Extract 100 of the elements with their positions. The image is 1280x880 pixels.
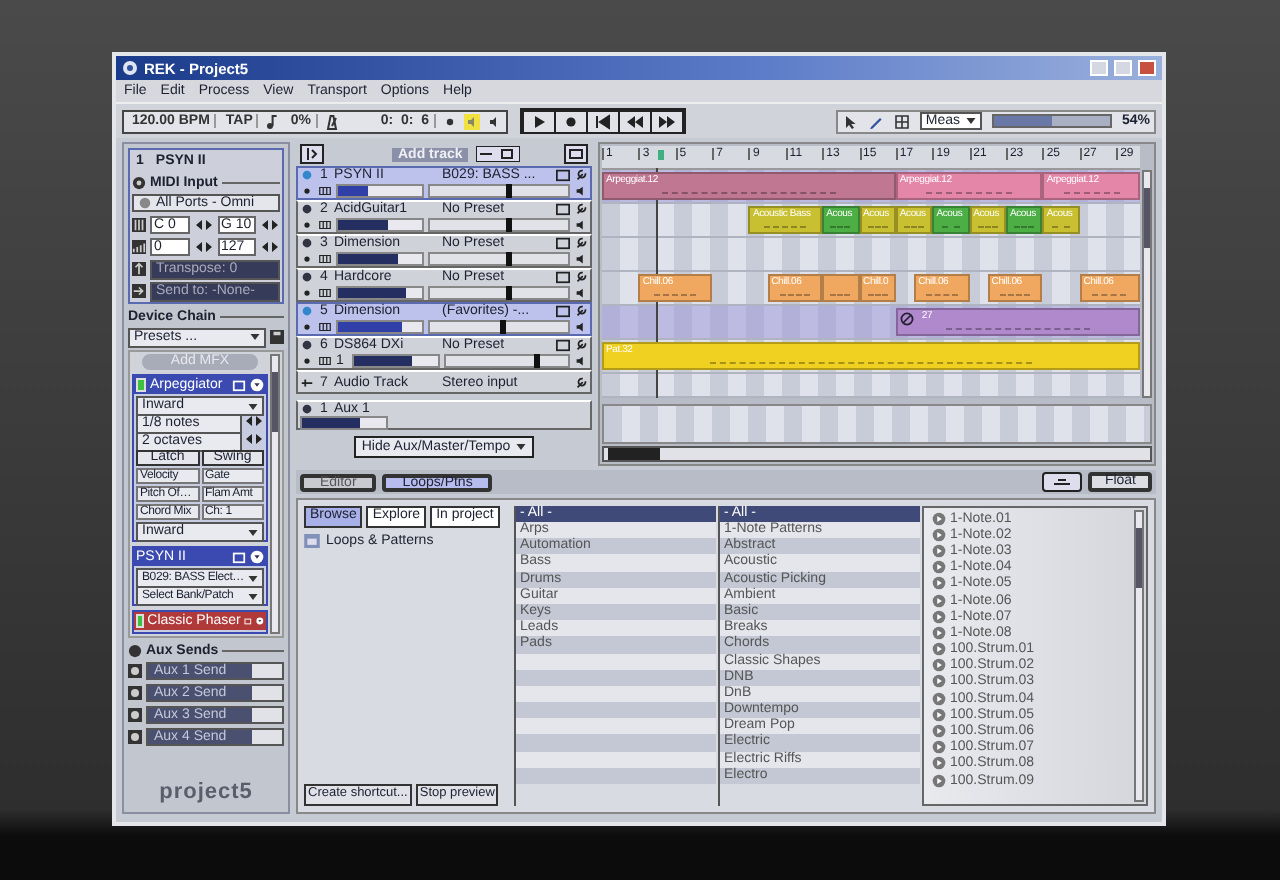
stepper-arrows-icon[interactable] (260, 218, 280, 232)
power-icon[interactable] (300, 402, 314, 416)
scrollbar[interactable] (270, 354, 280, 634)
volume-slider[interactable] (428, 285, 570, 300)
wrench-icon[interactable] (574, 168, 588, 183)
window-icon[interactable] (556, 338, 570, 353)
fast-forward-button[interactable] (651, 111, 682, 131)
record-button[interactable] (555, 111, 586, 131)
knob-icon[interactable] (128, 686, 142, 700)
keyboard-icon[interactable] (318, 353, 332, 368)
power-toggle[interactable] (136, 614, 144, 628)
dot-icon[interactable] (441, 113, 458, 129)
wrench-icon[interactable] (574, 202, 588, 217)
speaker-icon[interactable] (485, 113, 502, 129)
speaker-icon[interactable] (574, 217, 588, 232)
volume-slider[interactable] (428, 217, 570, 232)
speaker-icon[interactable] (574, 285, 588, 300)
power-toggle[interactable] (136, 378, 146, 392)
stepper-arrows-icon[interactable] (193, 240, 213, 254)
volume-slider[interactable] (428, 183, 570, 198)
record-arm-icon[interactable] (300, 285, 314, 300)
record-arm-icon[interactable] (300, 217, 314, 232)
knob-icon[interactable] (128, 730, 142, 744)
play-icon[interactable] (932, 691, 946, 706)
window-icon[interactable] (556, 168, 570, 183)
caret-icon[interactable] (250, 550, 264, 564)
play-icon[interactable] (932, 527, 946, 542)
speaker-icon[interactable] (574, 319, 588, 334)
play-icon[interactable] (932, 740, 946, 755)
play-icon[interactable] (932, 773, 946, 788)
track-type-dropdown[interactable] (476, 146, 521, 162)
scrollbar[interactable] (602, 446, 1152, 462)
play-icon[interactable] (932, 642, 946, 657)
grid-icon[interactable] (893, 113, 910, 129)
play-icon[interactable] (932, 593, 946, 608)
play-icon[interactable] (932, 724, 946, 739)
play-icon[interactable] (932, 543, 946, 558)
stepper-arrows-icon[interactable] (260, 240, 280, 254)
play-button[interactable] (523, 111, 554, 131)
speaker-icon[interactable] (574, 251, 588, 266)
play-icon[interactable] (932, 511, 946, 526)
rewind-button[interactable] (619, 111, 650, 131)
window-icon[interactable] (556, 270, 570, 285)
skip-to-start-button[interactable] (587, 111, 618, 131)
speaker-icon[interactable] (574, 353, 588, 368)
metronome-icon[interactable] (323, 113, 340, 129)
save-icon[interactable] (270, 330, 284, 344)
level-meter (336, 251, 424, 266)
power-icon[interactable] (300, 270, 314, 285)
collapse-button[interactable] (300, 144, 324, 164)
record-arm-icon[interactable] (300, 353, 314, 368)
record-arm-icon[interactable] (300, 251, 314, 266)
expand-button[interactable] (564, 144, 588, 164)
loop-marker[interactable] (658, 150, 665, 160)
play-icon[interactable] (932, 707, 946, 722)
volume-slider[interactable] (428, 319, 570, 334)
scrollbar[interactable] (1142, 170, 1152, 398)
stepper-arrows-icon[interactable] (244, 432, 264, 446)
keyboard-icon[interactable] (318, 217, 332, 232)
power-icon[interactable] (300, 338, 314, 353)
volume-slider[interactable] (444, 353, 570, 368)
power-icon[interactable] (300, 202, 314, 217)
dock-button[interactable] (1042, 472, 1083, 492)
play-icon[interactable] (932, 674, 946, 689)
window-icon[interactable] (556, 202, 570, 217)
keyboard-icon[interactable] (318, 251, 332, 266)
caret-icon[interactable] (250, 378, 264, 392)
close-button[interactable] (1138, 60, 1156, 76)
volume-slider[interactable] (428, 251, 570, 266)
knob-icon[interactable] (128, 664, 142, 678)
pointer-icon[interactable] (841, 113, 858, 129)
keyboard-icon[interactable] (318, 183, 332, 198)
window-icon[interactable] (556, 236, 570, 251)
knob-icon[interactable] (128, 708, 142, 722)
play-icon[interactable] (932, 609, 946, 624)
wrench-icon[interactable] (574, 270, 588, 285)
caret-icon[interactable] (256, 614, 264, 628)
record-arm-icon[interactable] (300, 319, 314, 334)
power-icon[interactable] (300, 236, 314, 251)
wrench-icon[interactable] (574, 375, 588, 389)
clip[interactable] (822, 274, 860, 302)
wrench-icon[interactable] (574, 338, 588, 353)
play-icon[interactable] (932, 756, 946, 771)
stepper-arrows-icon[interactable] (193, 218, 213, 232)
pencil-icon[interactable] (867, 113, 884, 129)
play-icon[interactable] (932, 560, 946, 575)
audio-icon[interactable] (300, 375, 314, 389)
wrench-icon[interactable] (574, 236, 588, 251)
record-arm-icon[interactable] (300, 183, 314, 198)
wrench-icon[interactable] (574, 304, 588, 319)
speaker-icon[interactable] (574, 183, 588, 198)
keyboard-icon[interactable] (318, 285, 332, 300)
play-icon[interactable] (932, 625, 946, 640)
window-icon[interactable] (556, 304, 570, 319)
play-icon[interactable] (932, 576, 946, 591)
play-icon[interactable] (932, 658, 946, 673)
keyboard-icon[interactable] (318, 319, 332, 334)
scrollbar[interactable] (1134, 510, 1144, 802)
zoom-slider[interactable] (991, 114, 1112, 128)
stepper-arrows-icon[interactable] (244, 414, 264, 428)
